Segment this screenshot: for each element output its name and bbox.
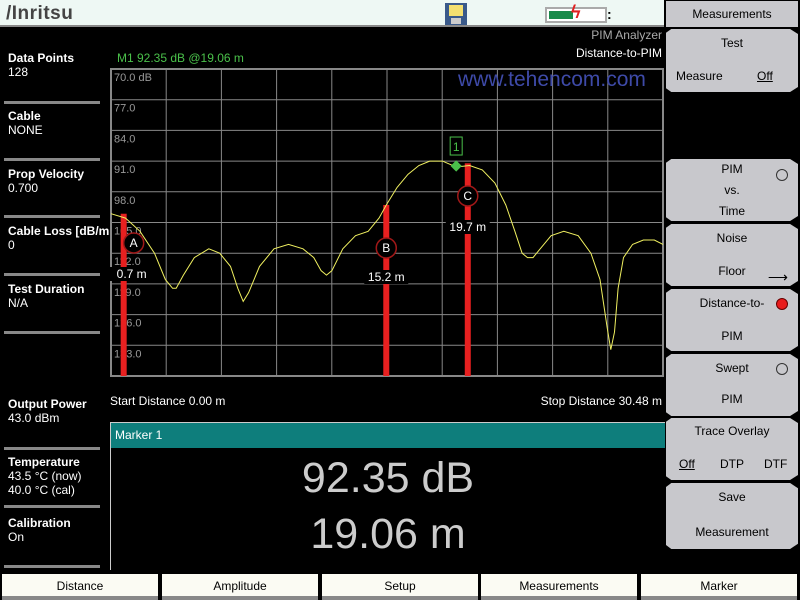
y-tick-label: 91.0 — [114, 164, 135, 176]
divider — [4, 565, 100, 568]
marker-1-label: 1 — [453, 140, 460, 154]
save-measurement-button[interactable]: Save Measurement — [666, 483, 798, 549]
stop-distance: Stop Distance 30.48 m — [540, 394, 662, 408]
y-tick-label: 126.0 — [114, 318, 142, 330]
marker-amplitude: 92.35 dB — [301, 454, 475, 502]
divider — [4, 447, 100, 450]
divider — [4, 505, 100, 508]
pim-marker-distance-label: 19.7 m — [449, 220, 486, 234]
y-tick-label: 77.0 — [114, 103, 135, 115]
trace-overlay-off: Off — [679, 457, 695, 471]
status-panel: Data Points 128 Cable NONE Prop Velocity 0.… — [0, 28, 110, 568]
radio-on-icon — [776, 298, 788, 310]
marker-1-diamond — [450, 160, 462, 172]
y-tick-label: 119.0 — [114, 287, 141, 299]
floppy-disk-icon[interactable] — [445, 3, 467, 25]
marker-distance: 19.06 m — [310, 510, 466, 558]
divider — [4, 331, 100, 334]
data-points-info: Data Points 128 — [8, 51, 75, 79]
calibration-info: Calibration On — [8, 516, 71, 544]
radio-off-icon — [776, 363, 788, 375]
temperature-info: Temperature 43.5 °C (now) 40.0 °C (cal) — [8, 455, 82, 497]
trace-overlay-dtp: DTP — [720, 457, 744, 471]
noise-floor-button[interactable]: Noise Floor ⟶ — [666, 224, 798, 286]
divider — [4, 101, 100, 104]
instrument-mode: PIM Analyzer — [591, 28, 662, 42]
radio-off-icon — [776, 169, 788, 181]
pim-vs-time-button[interactable]: PIM vs. Time — [666, 159, 798, 221]
distance-menu-button[interactable]: Distance — [2, 574, 158, 600]
divider — [4, 273, 100, 276]
divider — [4, 215, 100, 218]
amplitude-menu-button[interactable]: Amplitude — [162, 574, 318, 600]
pim-marker-letter: C — [463, 189, 472, 203]
setup-menu-button[interactable]: Setup — [322, 574, 478, 600]
marker-table: Marker 1 92.35 dB 19.06 m — [110, 422, 665, 570]
trace-overlay-dtf: DTF — [764, 457, 788, 471]
divider — [4, 158, 100, 161]
start-distance: Start Distance 0.00 m — [110, 394, 226, 408]
prop-velocity-info: Prop Velocity 0.700 — [8, 167, 85, 195]
submenu-arrow-icon: ⟶ — [767, 269, 788, 285]
y-tick-label: 98.0 — [114, 195, 135, 207]
marker-menu-button[interactable]: Marker — [641, 574, 797, 600]
test-measure-button[interactable]: Test Measure Off — [666, 29, 798, 92]
test-measure-state: Off — [757, 69, 773, 83]
pim-marker-letter: B — [382, 241, 390, 255]
anritsu-logo: /Inritsu — [6, 3, 74, 24]
battery-charging-icon: ϟ — [545, 2, 607, 23]
softkey-panel: Measurements Test Measure Off PIM vs. Ti… — [665, 0, 800, 570]
test-duration-info: Test Duration N/A — [8, 282, 85, 310]
marker-table-header: Marker 1 — [111, 422, 665, 448]
main-menu-bar: Distance Amplitude Setup Measurements Ma… — [0, 572, 800, 600]
lightning-icon: ϟ — [571, 2, 581, 22]
watermark: www.tehencom.com — [458, 68, 646, 91]
pim-marker-bar-b — [383, 204, 390, 376]
trace-overlay-button[interactable]: Trace Overlay Off DTP DTF — [666, 418, 798, 480]
cable-loss-info: Cable Loss [dB/m 0 — [8, 224, 110, 252]
measurement-name: Distance-to-PIM — [575, 46, 662, 60]
marker-readout: M1 92.35 dB @19.06 m — [117, 51, 244, 65]
output-power-info: Output Power 43.0 dBm — [8, 397, 87, 425]
dtp-chart[interactable]: 70.0 dB77.084.091.098.0105.0112.0119.012… — [110, 68, 664, 377]
swept-pim-button[interactable]: Swept PIM — [666, 354, 798, 416]
measurements-menu-button[interactable]: Measurements — [481, 574, 637, 600]
y-tick-label: 84.0 — [114, 133, 135, 145]
pim-marker-letter: A — [130, 236, 138, 250]
menu-title: Measurements — [666, 1, 798, 27]
y-tick-label: 70.0 dB — [114, 72, 152, 84]
y-tick-label: 133.0 — [114, 348, 142, 360]
cable-info: Cable NONE — [8, 109, 43, 137]
title-bar: /Inritsu ϟ : — [0, 0, 664, 27]
pim-marker-distance-label: 15.2 m — [368, 270, 405, 284]
pim-marker-distance-label: 0.7 m — [117, 267, 147, 281]
distance-to-pim-button[interactable]: Distance-to- PIM — [666, 289, 798, 351]
status-colon: : — [607, 6, 612, 22]
